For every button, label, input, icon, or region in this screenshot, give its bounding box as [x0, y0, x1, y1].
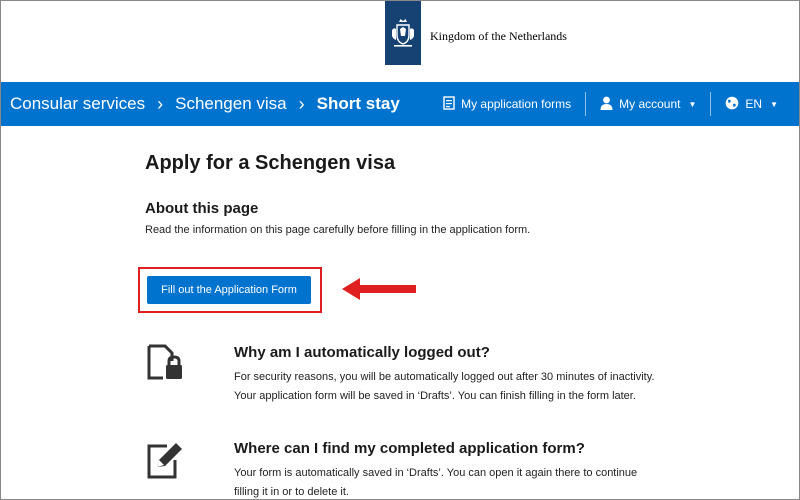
fill-out-application-form-button[interactable]: Fill out the Application Form: [147, 276, 311, 304]
lock-document-icon: [145, 344, 185, 384]
edit-document-icon: [145, 440, 185, 480]
faq-body: For security reasons, you will be automa…: [234, 371, 655, 402]
about-text: Read the information on this page carefu…: [145, 224, 531, 236]
my-application-forms-label: My application forms: [461, 97, 572, 111]
breadcrumb: Consular services › Schengen visa › Shor…: [10, 82, 400, 126]
language-label: EN: [745, 97, 763, 111]
left-arrow-icon: [340, 276, 420, 307]
logo-text: Kingdom of the Netherlands: [430, 29, 567, 43]
user-icon: [600, 96, 613, 113]
faq-body: Your form is automatically saved in ‘Dra…: [234, 467, 638, 498]
breadcrumb-short-stay: Short stay: [316, 94, 400, 113]
forms-icon: [443, 95, 455, 113]
about-heading: About this page: [145, 200, 259, 217]
coat-of-arms-icon: [385, 0, 421, 65]
language-selector[interactable]: EN ▼: [711, 96, 792, 113]
breadcrumb-separator-icon: ›: [298, 93, 305, 114]
page-title: Apply for a Schengen visa: [145, 152, 396, 174]
faq-title: Where can I find my completed applicatio…: [234, 440, 585, 457]
main-navbar: Consular services › Schengen visa › Shor…: [0, 82, 800, 126]
my-account-label: My account: [619, 97, 681, 111]
my-application-forms-link[interactable]: My application forms: [429, 95, 585, 113]
logo-header: Kingdom of the Netherlands: [0, 0, 800, 82]
breadcrumb-consular-services[interactable]: Consular services: [10, 94, 145, 114]
chevron-down-icon: ▼: [770, 99, 778, 109]
faq-title: Why am I automatically logged out?: [234, 344, 490, 361]
nav-actions: My application forms My account ▼ EN ▼: [429, 82, 792, 126]
chevron-down-icon: ▼: [688, 99, 697, 109]
breadcrumb-schengen-visa[interactable]: Schengen visa: [175, 94, 287, 114]
globe-icon: [725, 96, 739, 113]
my-account-menu[interactable]: My account ▼: [586, 96, 710, 113]
breadcrumb-separator-icon: ›: [157, 93, 164, 114]
